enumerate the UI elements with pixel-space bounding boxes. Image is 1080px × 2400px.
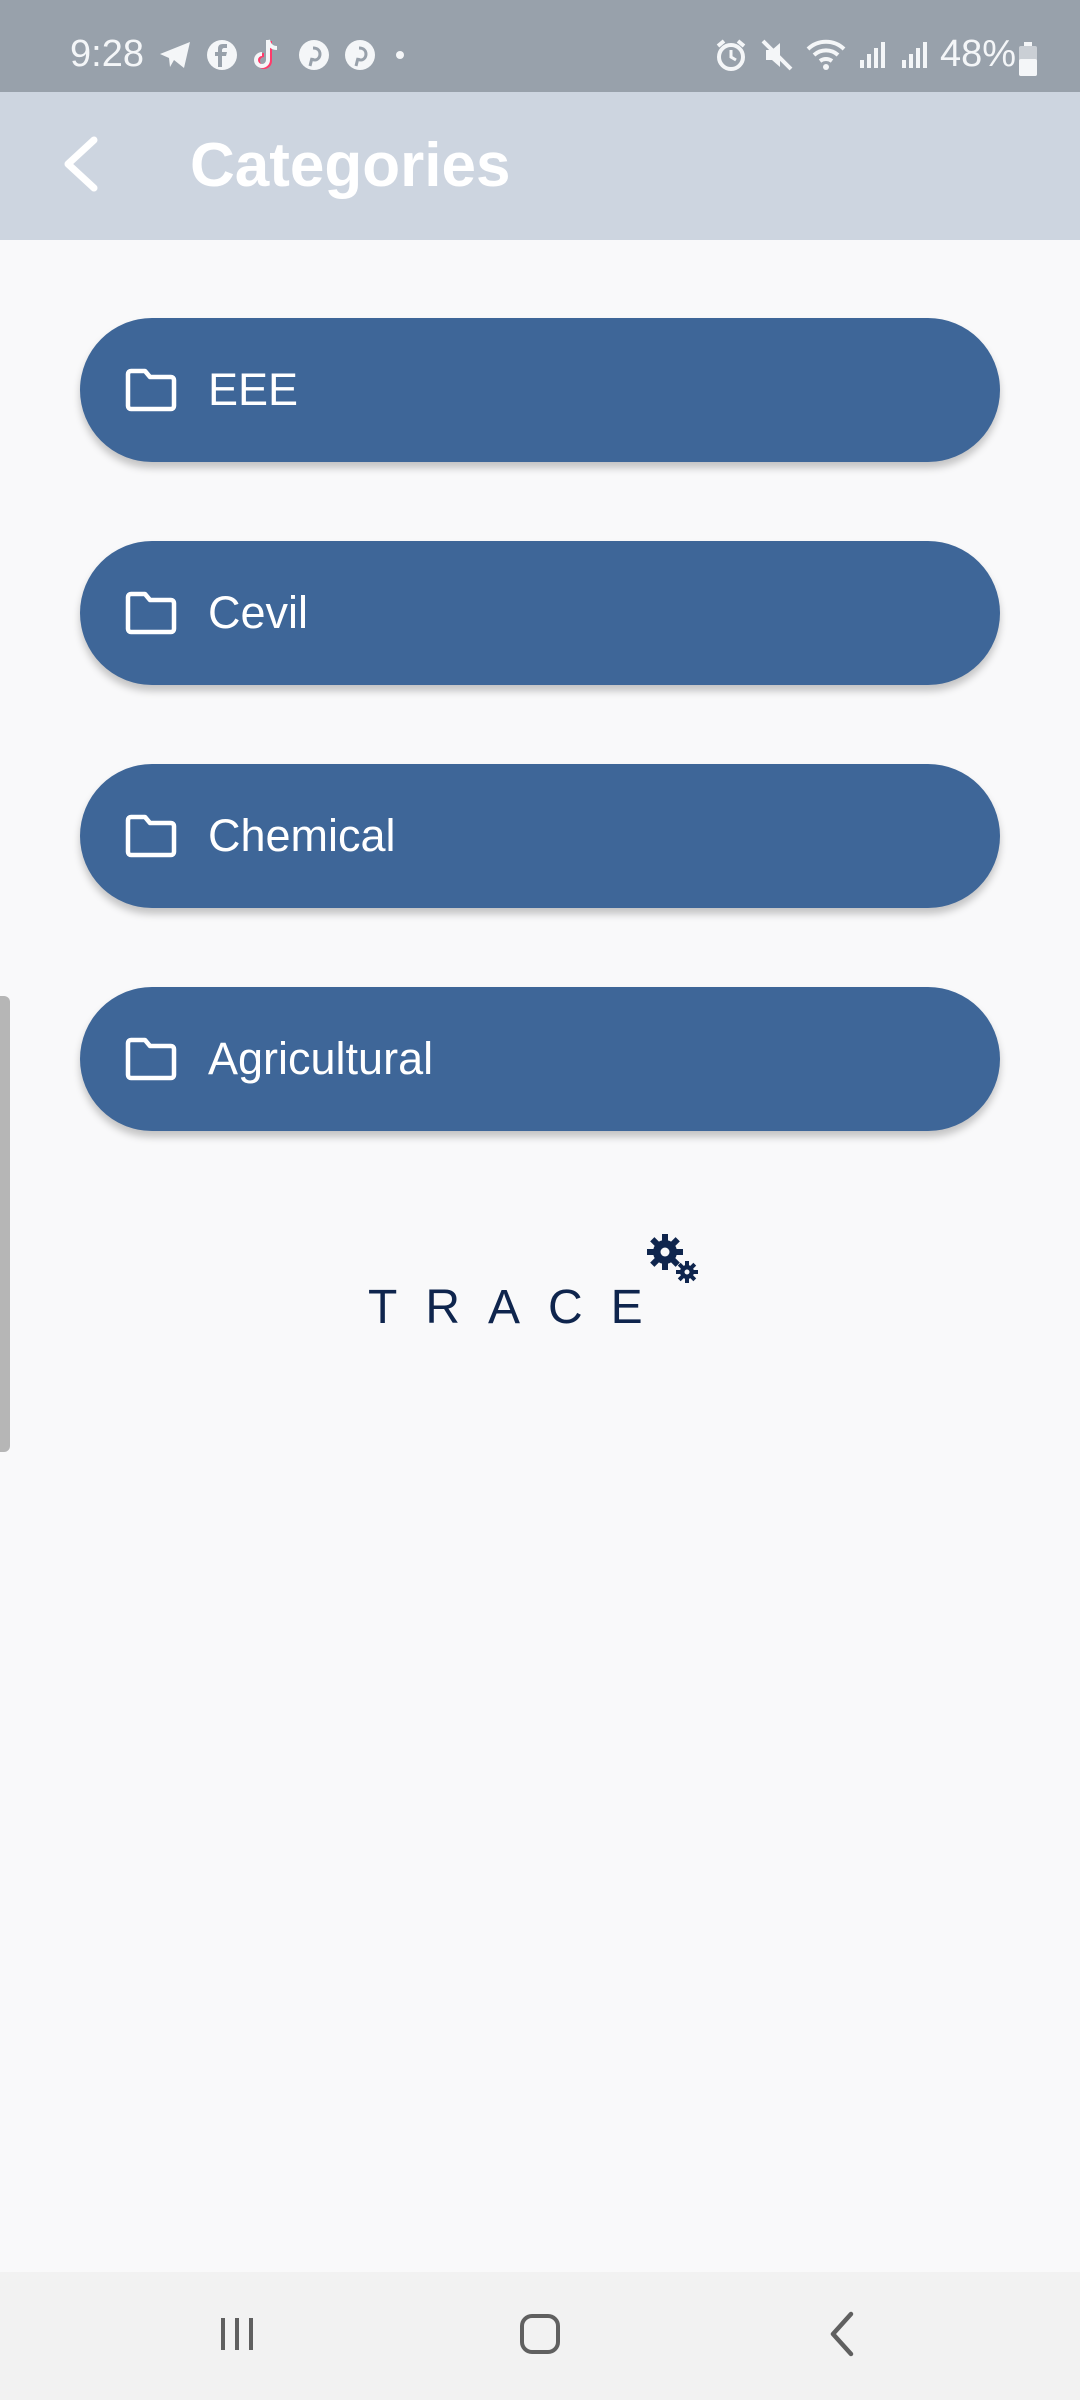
gears-icon	[645, 1232, 705, 1293]
category-label: Cevil	[208, 587, 309, 638]
back-button[interactable]	[40, 126, 120, 206]
recents-button[interactable]	[197, 2296, 277, 2376]
folder-icon	[124, 1037, 178, 1081]
trace-logo: TRACE	[360, 1232, 720, 1334]
nav-back-button[interactable]	[803, 2296, 883, 2376]
telegram-icon	[158, 40, 192, 70]
system-icons	[714, 38, 930, 72]
signal-icon	[900, 40, 930, 70]
dot-icon	[390, 45, 410, 65]
pinterest-icon	[298, 39, 330, 71]
category-label: EEE	[208, 364, 299, 415]
logo-text: TRACE	[368, 1281, 671, 1334]
facebook-icon	[206, 39, 238, 71]
category-button-cevil[interactable]: Cevil	[80, 541, 1000, 685]
mute-icon	[760, 38, 794, 72]
battery-icon	[1018, 42, 1038, 81]
battery-percent: 48%	[939, 33, 1016, 75]
category-list: EEE Cevil Chemical Agricultural	[80, 318, 1000, 1210]
folder-icon	[124, 368, 178, 412]
pinterest-icon	[344, 39, 376, 71]
category-button-agricultural[interactable]: Agricultural	[80, 987, 1000, 1131]
home-button[interactable]	[500, 2296, 580, 2376]
alarm-icon	[714, 38, 748, 72]
category-label: Agricultural	[208, 1033, 434, 1084]
folder-icon	[124, 814, 178, 858]
nav-bar	[0, 2272, 1080, 2400]
app-bar: Categories	[0, 92, 1080, 240]
signal-icon	[858, 40, 888, 70]
tiktok-icon	[252, 38, 284, 72]
category-button-chemical[interactable]: Chemical	[80, 764, 1000, 908]
notification-icons	[158, 38, 410, 72]
page-title: Categories	[190, 131, 511, 200]
back-icon	[823, 2310, 863, 2363]
status-time: 9:28	[70, 33, 144, 75]
wifi-icon	[806, 39, 846, 71]
status-bar: 9:28 48%	[0, 0, 1080, 92]
edge-panel-handle[interactable]	[0, 996, 10, 1452]
recents-icon	[215, 2312, 259, 2361]
folder-icon	[124, 591, 178, 635]
arrow-back-icon	[60, 136, 100, 197]
category-button-eee[interactable]: EEE	[80, 318, 1000, 462]
home-icon	[516, 2310, 564, 2363]
category-label: Chemical	[208, 810, 396, 861]
